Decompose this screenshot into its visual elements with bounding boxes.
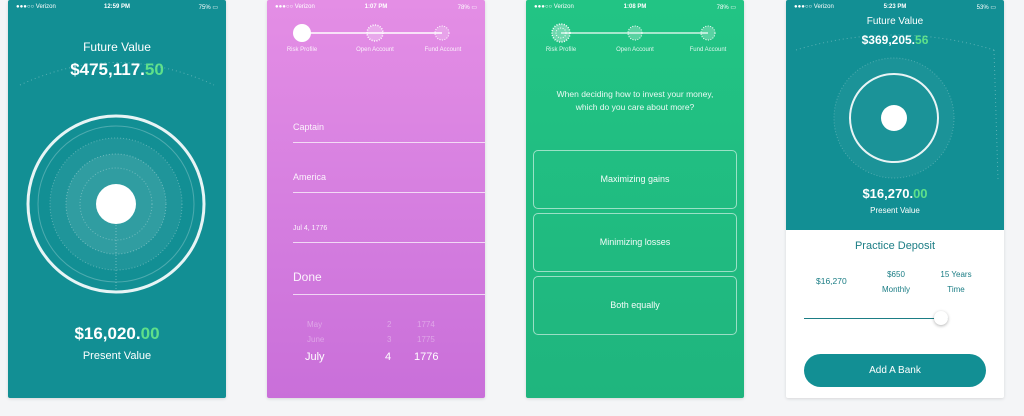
step-label-risk-profile: Risk Profile (286, 47, 318, 53)
value-dial-handle (96, 184, 136, 224)
option-maximizing-gains[interactable]: Maximizing gains (533, 150, 737, 209)
value-dial-handle (881, 105, 907, 131)
risk-question: When deciding how to invest your money, … (526, 88, 744, 114)
present-value-dollars: $16,020. (74, 324, 141, 343)
present-value-amount: $16,270.00 (786, 186, 1004, 201)
present-value-cents: 00 (913, 186, 928, 201)
step-label-open-account: Open Account (356, 47, 394, 53)
risk-question-line-1: When deciding how to invest your money, (556, 89, 714, 99)
present-value-dollars: $16,270. (862, 186, 914, 201)
present-value-amount: $16,020.00 (8, 324, 226, 344)
step-label-fund-account: Fund Account (424, 47, 462, 53)
step-fund-account-icon (434, 25, 450, 41)
phone-risk-question-screen: ●●●○○ Verizon 1:08 PM 78% ▭ Risk Profile… (526, 0, 744, 398)
picker-month: May (307, 320, 323, 329)
present-value-label: Present Value (82, 350, 152, 362)
deposit-slider-track[interactable] (804, 318, 948, 319)
last-name-value: America (293, 172, 327, 182)
birth-date-value: Jul 4, 1776 (293, 225, 328, 232)
picker-day: 3 (387, 335, 392, 344)
first-name-field[interactable]: Captain (293, 110, 485, 143)
picker-year: 1774 (417, 320, 435, 329)
deposit-frequency: $650 Monthly (874, 267, 918, 297)
step-risk-profile-icon (551, 23, 571, 43)
picker-year: 1775 (417, 335, 435, 344)
picker-selected-day: 4 (385, 351, 392, 363)
phone-practice-deposit-screen: ●●●○○ Verizon 5:23 PM 53% ▭ Future Value… (786, 0, 1004, 398)
deposit-amount: $16,270 (816, 276, 847, 286)
step-open-account-icon (627, 25, 643, 41)
deposit-slider-handle[interactable] (933, 311, 948, 325)
option-both-equally[interactable]: Both equally (533, 276, 737, 335)
monthly-amount: $650 (887, 270, 905, 279)
step-label-open-account: Open Account (616, 47, 654, 53)
first-name-value: Captain (293, 122, 325, 132)
birth-date-field[interactable]: Jul 4, 1776 (293, 210, 485, 243)
step-label-fund-account: Fund Account (689, 47, 727, 53)
picker-day: 2 (387, 320, 392, 329)
present-value-label: Present Value (870, 206, 920, 215)
picker-selected-year: 1776 (414, 351, 439, 363)
years-label: Time (947, 285, 965, 294)
picker-month: June (307, 335, 325, 344)
option-minimizing-losses[interactable]: Minimizing losses (533, 213, 737, 272)
phone-identity-form-screen: ●●●○○ Verizon 1:07 PM 78% ▭ Risk Profile… (267, 0, 485, 398)
done-bar[interactable]: Done (293, 258, 485, 295)
practice-deposit-title: Practice Deposit (854, 240, 936, 252)
step-fund-account-icon (700, 25, 716, 41)
done-button[interactable]: Done (293, 270, 322, 284)
step-label-risk-profile: Risk Profile (545, 47, 577, 53)
deposit-duration: 15 Years Time (934, 267, 978, 297)
years-value: 15 Years (940, 270, 972, 279)
last-name-field[interactable]: America (293, 160, 485, 193)
picker-selected-month: July (305, 351, 325, 363)
present-value-cents: 00 (140, 324, 160, 343)
step-open-account-icon (366, 24, 384, 42)
add-bank-button[interactable]: Add A Bank (804, 354, 986, 387)
monthly-label: Monthly (881, 285, 910, 294)
phone-future-value-screen: ●●●○○ Verizon 12:59 PM 75% ▭ Future Valu… (8, 0, 226, 398)
step-risk-profile-icon (293, 24, 311, 42)
risk-question-line-2: which do you care about more? (575, 102, 695, 112)
